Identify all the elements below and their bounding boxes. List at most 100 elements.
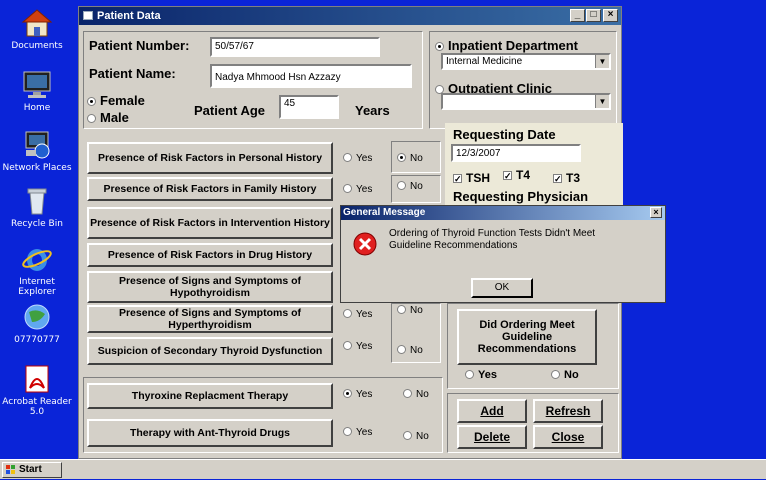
sex-radio-male[interactable]: Male: [87, 110, 129, 125]
test-checkbox-t3[interactable]: ✓ T3: [553, 171, 580, 185]
criteria-button-secondary-dysfunction[interactable]: Suspicion of Secondary Thyroid Dysfuncti…: [87, 337, 333, 365]
desktop-icon-internet-explorer[interactable]: Internet Explorer: [2, 244, 72, 297]
desktop-icon-recycle-bin[interactable]: Recycle Bin: [2, 186, 72, 229]
minimize-button[interactable]: _: [570, 9, 585, 22]
dialog-close-button[interactable]: ×: [650, 207, 662, 218]
monitor-icon: [20, 70, 54, 100]
windows-logo-icon: [6, 465, 16, 475]
criteria-button-personal-history[interactable]: Presence of Risk Factors in Personal His…: [87, 142, 333, 174]
inpatient-department-select[interactable]: Internal Medicine ▼: [441, 53, 611, 70]
criteria-button-hyperthyroidism[interactable]: Presence of Signs and Symptoms of Hypert…: [87, 305, 333, 333]
criteria-radio-no[interactable]: No: [397, 345, 423, 356]
desktop-icon-label: Documents: [11, 41, 63, 51]
desktop-icon-home[interactable]: Home: [2, 70, 72, 113]
add-button[interactable]: Add: [457, 399, 527, 423]
inpatient-radio[interactable]: Inpatient Department: [435, 38, 578, 53]
chevron-down-icon[interactable]: ▼: [595, 95, 609, 108]
house-icon: [20, 8, 54, 38]
criteria-radio-yes[interactable]: Yes: [343, 341, 372, 352]
criteria-radio-yes[interactable]: Yes: [343, 184, 372, 195]
radio-dot: [87, 114, 96, 123]
criteria-radio-yes[interactable]: Yes: [343, 153, 372, 164]
desktop-icon-acrobat-reader[interactable]: Acrobat Reader 5.0: [2, 364, 72, 417]
patient-name-input[interactable]: Nadya Mhmood Hsn Azzazy: [210, 64, 412, 88]
desktop-icon-07770777[interactable]: 07770777: [2, 302, 72, 345]
inpatient-select-value: Internal Medicine: [446, 56, 523, 67]
close-button[interactable]: ×: [603, 9, 618, 22]
age-unit-label: Years: [355, 103, 390, 118]
desktop-icon-documents[interactable]: Documents: [2, 8, 72, 51]
therapy-radio-no[interactable]: No: [403, 431, 429, 442]
radio-label: No: [410, 153, 423, 164]
test-checkbox-t4[interactable]: ✓ T4: [503, 168, 530, 182]
patient-number-input[interactable]: 50/57/67: [210, 37, 380, 57]
radio-dot: [397, 181, 406, 190]
refresh-button[interactable]: Refresh: [533, 399, 603, 423]
dialog-message: Ordering of Thyroid Function Tests Didn'…: [389, 228, 596, 251]
therapy-button-anti-thyroid[interactable]: Therapy with Ant-Thyroid Drugs: [87, 419, 333, 447]
general-message-dialog: General Message × Ordering of Thyroid Fu…: [340, 205, 666, 303]
radio-label: Yes: [478, 369, 497, 381]
criteria-button-hypothyroidism[interactable]: Presence of Signs and Symptoms of Hypoth…: [87, 271, 333, 303]
radio-label: No: [416, 431, 429, 442]
sex-radio-female[interactable]: Female: [87, 93, 145, 108]
outpatient-clinic-select[interactable]: ▼: [441, 93, 611, 110]
start-label: Start: [19, 464, 42, 475]
patient-name-label: Patient Name:: [89, 66, 176, 81]
desktop-icon-label: 07770777: [14, 335, 60, 345]
chevron-down-icon[interactable]: ▼: [595, 55, 609, 68]
taskbar: Start: [0, 459, 766, 479]
radio-dot: [403, 431, 412, 440]
close-form-button[interactable]: Close: [533, 425, 603, 449]
radio-dot: [551, 370, 560, 379]
criteria-radio-no[interactable]: No: [397, 181, 423, 192]
window-titlebar[interactable]: Patient Data _ □ ×: [79, 7, 621, 25]
therapy-radio-yes[interactable]: Yes: [343, 389, 372, 400]
radio-dot: [343, 184, 352, 193]
radio-dot: [465, 370, 474, 379]
criteria-button-drug-history[interactable]: Presence of Risk Factors in Drug History: [87, 243, 333, 267]
radio-dot: [343, 427, 352, 436]
did-ordering-meet-guideline-button[interactable]: Did Ordering Meet Guideline Recommendati…: [457, 309, 597, 365]
start-button[interactable]: Start: [2, 462, 62, 478]
checkmark-icon: ✓: [503, 171, 512, 181]
criteria-radio-no[interactable]: No: [397, 153, 423, 164]
criteria-radio-yes[interactable]: Yes: [343, 309, 372, 320]
patient-age-label: Patient Age: [194, 103, 266, 118]
recycle-bin-icon: [20, 186, 54, 216]
test-checkbox-tsh[interactable]: ✓ TSH: [453, 171, 490, 185]
guideline-radio-no[interactable]: No: [551, 369, 579, 381]
radio-label: No: [410, 345, 423, 356]
radio-label: Yes: [356, 389, 373, 400]
requesting-date-label: Requesting Date: [453, 127, 556, 142]
ok-button[interactable]: OK: [471, 278, 533, 298]
acrobat-icon: [20, 364, 54, 394]
sex-option-label: Male: [100, 110, 129, 125]
therapy-radio-no[interactable]: No: [403, 389, 429, 400]
criteria-button-family-history[interactable]: Presence of Risk Factors in Family Histo…: [87, 177, 333, 201]
test-label: T4: [516, 168, 531, 182]
radio-label: Yes: [356, 427, 373, 438]
globe-icon: [20, 302, 54, 332]
desktop-icon-network[interactable]: Network Places: [2, 130, 72, 173]
inpatient-label: Inpatient Department: [448, 38, 579, 53]
delete-button[interactable]: Delete: [457, 425, 527, 449]
dialog-title: General Message: [343, 207, 426, 218]
desktop-icon-label: Acrobat Reader 5.0: [2, 397, 72, 417]
radio-dot: [343, 153, 352, 162]
therapy-button-thyroxine[interactable]: Thyroxine Replacment Therapy: [87, 383, 333, 409]
therapy-radio-yes[interactable]: Yes: [343, 427, 372, 438]
radio-dot: [435, 42, 444, 51]
maximize-button[interactable]: □: [586, 9, 601, 22]
window-app-icon: [83, 11, 93, 20]
radio-label: Yes: [356, 153, 373, 164]
requesting-date-input[interactable]: 12/3/2007: [451, 144, 581, 162]
checkmark-icon: ✓: [553, 174, 562, 184]
guideline-radio-yes[interactable]: Yes: [465, 369, 497, 381]
radio-dot: [343, 341, 352, 350]
dialog-titlebar[interactable]: General Message ×: [341, 206, 665, 220]
criteria-radio-no[interactable]: No: [397, 305, 423, 316]
error-icon: [353, 232, 377, 256]
patient-age-input[interactable]: 45: [279, 95, 339, 119]
criteria-button-intervention-history[interactable]: Presence of Risk Factors in Intervention…: [87, 207, 333, 239]
